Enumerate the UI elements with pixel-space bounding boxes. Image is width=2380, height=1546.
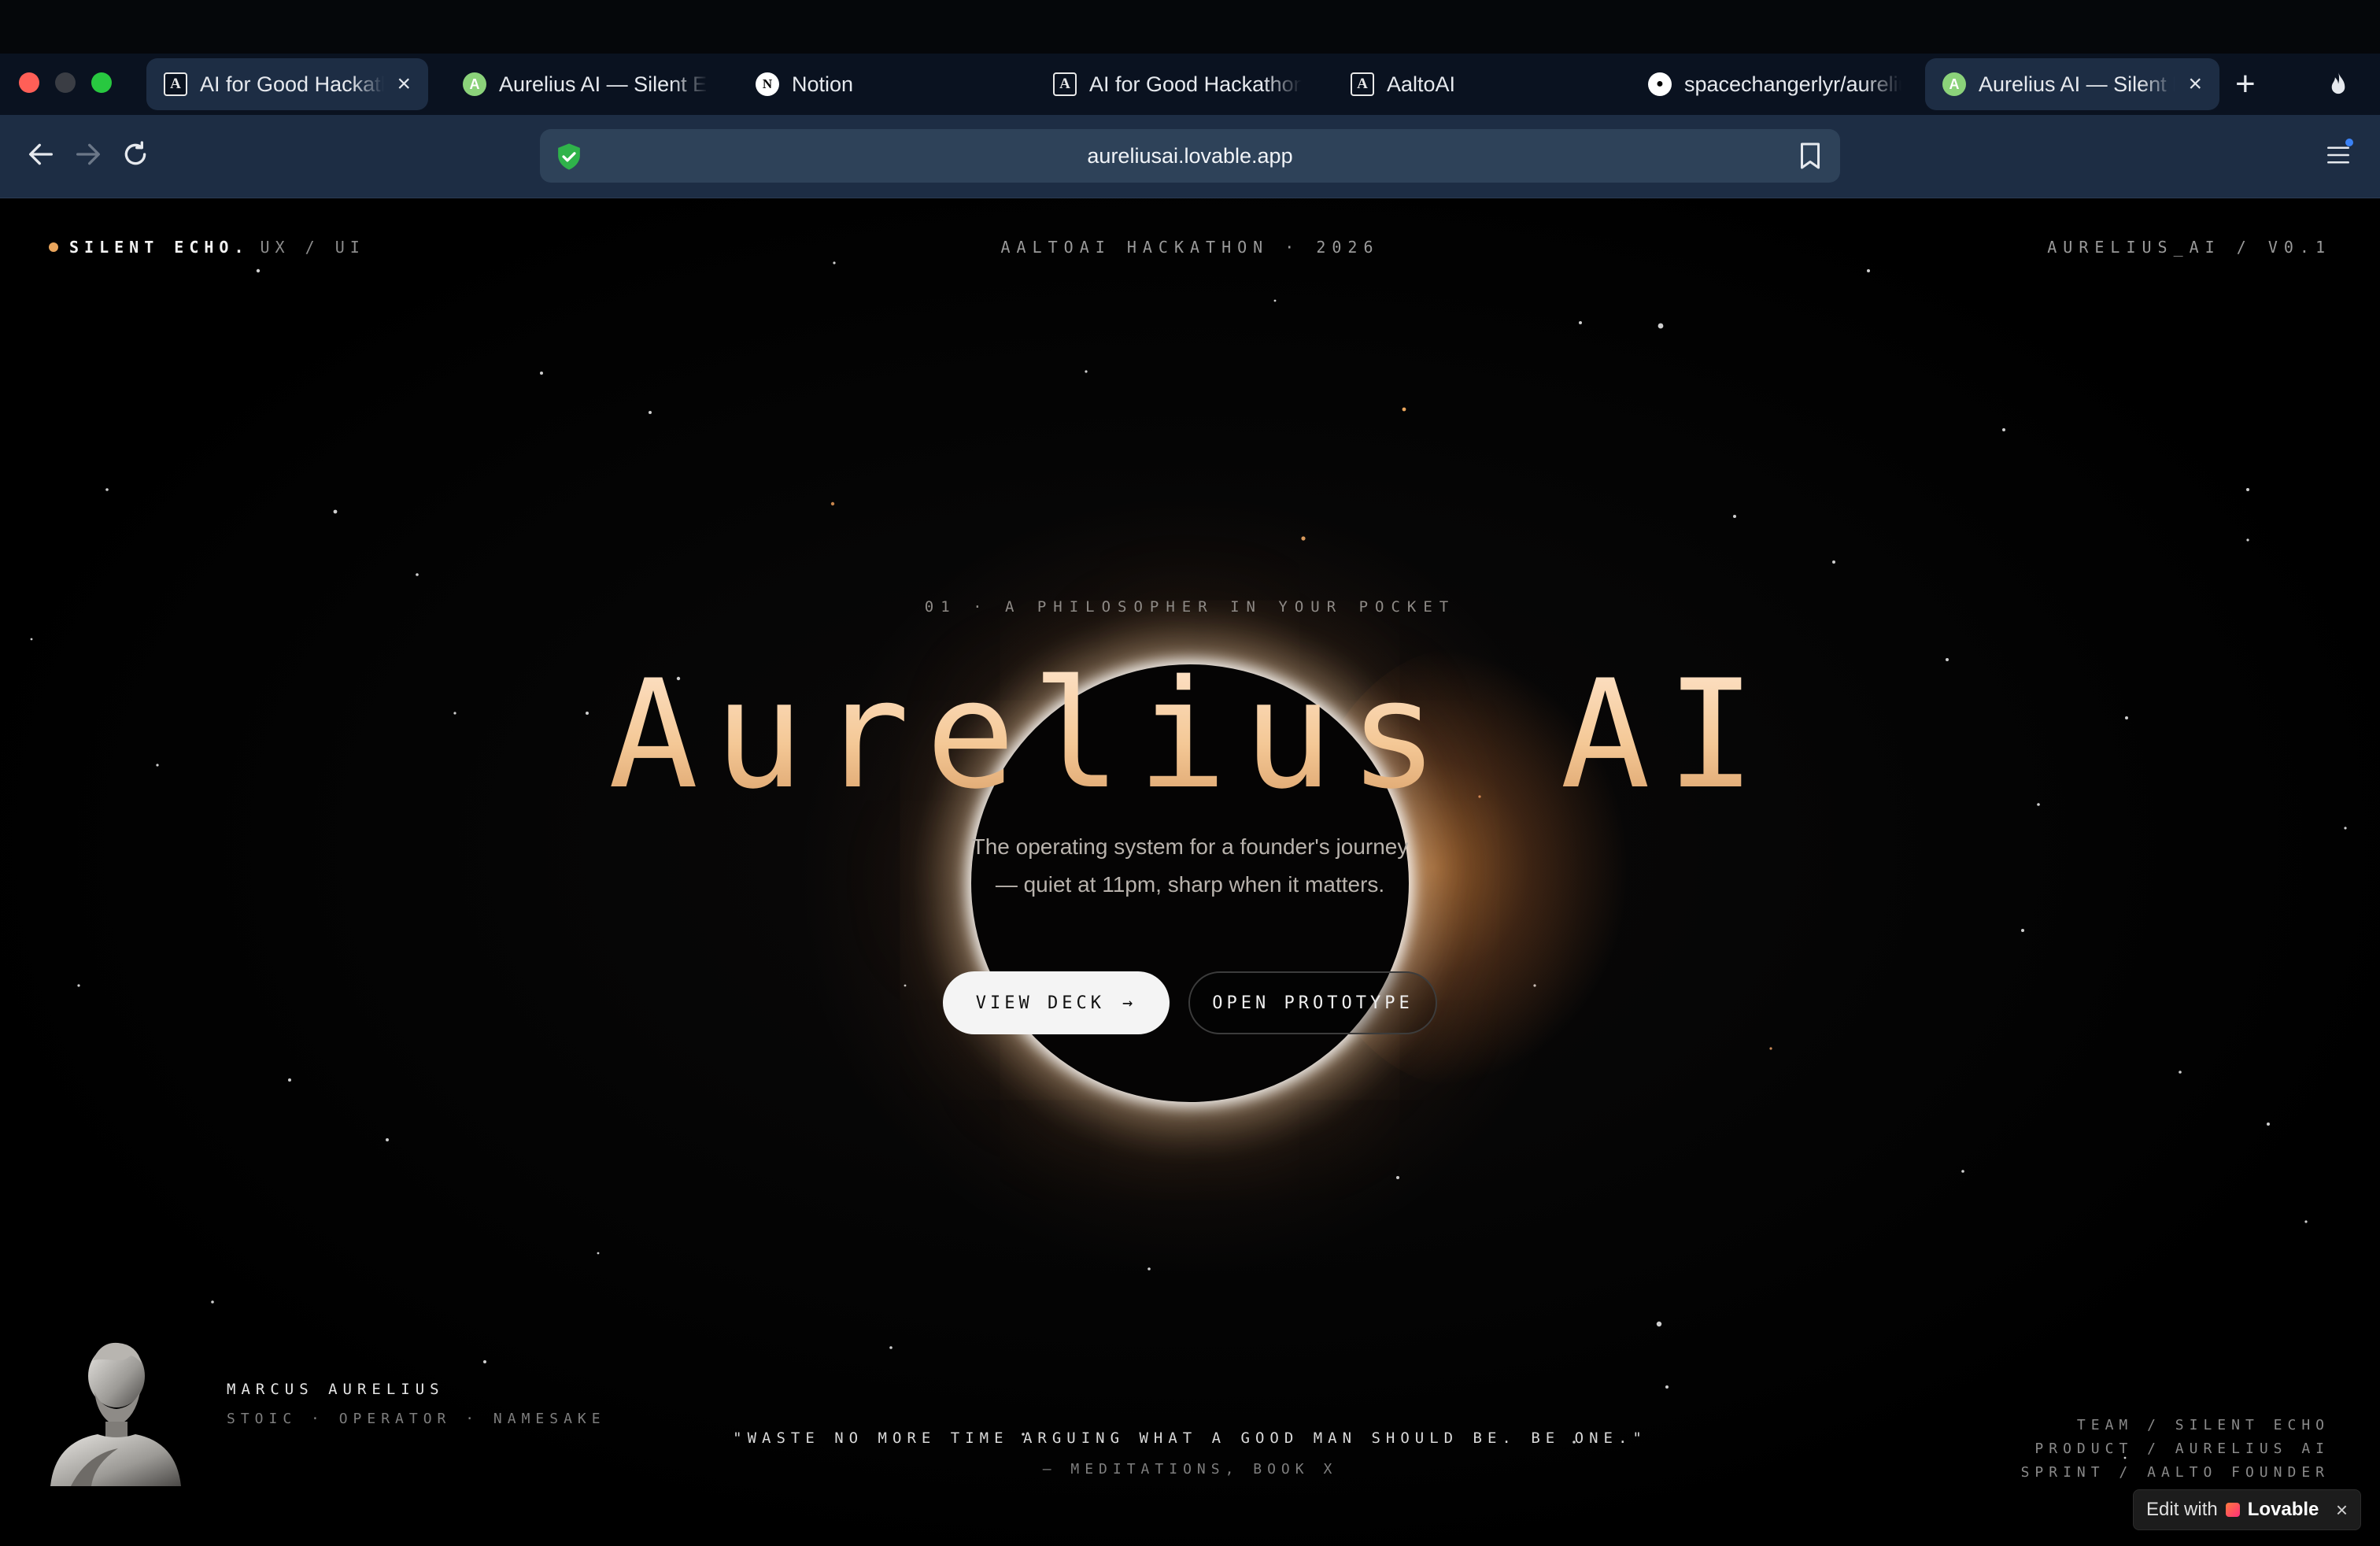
notification-dot	[2345, 139, 2353, 146]
edit-with-lovable-badge[interactable]: Edit with Lovable ×	[2133, 1489, 2361, 1530]
hero-kicker: 01 · A PHILOSOPHER IN YOUR POCKET	[924, 598, 1456, 616]
brand-sub: UX / UI	[260, 238, 365, 257]
person-role: STOIC · OPERATOR · NAMESAKE	[227, 1411, 606, 1427]
tab-title: spacechangerlyr/aurelius	[1684, 72, 1901, 96]
marcus-aurelius-bust-image	[50, 1342, 181, 1486]
close-tab-icon[interactable]: ×	[397, 71, 411, 98]
tab-ai-for-good-2[interactable]: A AI for Good Hackathon	[1036, 58, 1319, 110]
tab-aaltoai[interactable]: A AaltoAI	[1333, 58, 1569, 110]
event-label: AALTOAI HACKATHON · 2026	[1000, 238, 1380, 257]
credits-block: TEAM / SILENT ECHO PRODUCT / AURELIUS AI…	[2021, 1414, 2330, 1485]
tab-title: Aurelius AI — Silent Echo	[1979, 72, 2175, 96]
reload-icon[interactable]	[120, 139, 151, 170]
url-text[interactable]: aureliusai.lovable.app	[540, 129, 1840, 183]
tab-title: Aurelius AI — Silent Echo	[499, 72, 708, 96]
tab-ai-for-good-1[interactable]: A AI for Good Hackathon ×	[146, 58, 428, 110]
credit-sprint: SPRINT / AALTO FOUNDER	[2020, 1464, 2330, 1481]
view-deck-button[interactable]: VIEW DECK →	[943, 971, 1170, 1034]
tab-notion[interactable]: N Notion	[738, 58, 974, 110]
tab-aurelius-2[interactable]: A Aurelius AI — Silent Echo ×	[1925, 58, 2219, 110]
brand-dot	[49, 242, 58, 252]
back-arrow-icon[interactable]	[25, 139, 57, 170]
view-deck-label: VIEW DECK	[975, 993, 1105, 1013]
landing-page: SILENT ECHO. UX / UI AALTOAI HACKATHON ·…	[0, 198, 2380, 1546]
anthropic-icon: A	[164, 72, 187, 96]
new-tab-button[interactable]: +	[2235, 65, 2256, 104]
lovable-heart-icon	[2225, 1503, 2240, 1517]
close-badge-icon[interactable]: ×	[2336, 1498, 2348, 1522]
anthropic-icon: A	[1053, 72, 1077, 96]
maximize-window-button[interactable]	[91, 72, 112, 93]
open-prototype-label: OPEN PROTOTYPE	[1212, 993, 1414, 1013]
lovable-icon: A	[463, 72, 486, 96]
menu-icon[interactable]	[2326, 145, 2350, 165]
arrow-right-icon: →	[1122, 993, 1137, 1013]
tab-title: AI for Good Hackathon	[1089, 72, 1302, 96]
hero-tagline: The operating system for a founder's jou…	[796, 828, 1584, 904]
tab-aurelius-1[interactable]: A Aurelius AI — Silent Echo	[445, 58, 726, 110]
close-tab-icon[interactable]: ×	[2188, 71, 2202, 98]
anthropic-icon: A	[1351, 72, 1374, 96]
window-top-strip	[0, 0, 2380, 54]
forward-arrow-icon[interactable]	[72, 139, 104, 170]
flame-icon[interactable]	[2325, 71, 2352, 99]
badge-prefix: Edit with	[2146, 1499, 2218, 1520]
version-label: AURELIUS_AI / V0.1	[2047, 238, 2331, 257]
lovable-icon: A	[1942, 72, 1966, 96]
open-prototype-button[interactable]: OPEN PROTOTYPE	[1188, 971, 1437, 1034]
person-name: MARCUS AURELIUS	[227, 1381, 445, 1398]
github-icon: ●	[1648, 72, 1672, 96]
close-window-button[interactable]	[19, 72, 39, 93]
notion-icon: N	[756, 72, 779, 96]
quote-text: "WASTE NO MORE TIME ARGUING WHAT A GOOD …	[733, 1429, 1647, 1447]
tagline-line-2: — quiet at 11pm, sharp when it matters.	[995, 872, 1385, 897]
badge-brand: Lovable	[2247, 1499, 2319, 1520]
minimize-window-button[interactable]	[55, 72, 76, 93]
credit-team: TEAM / SILENT ECHO	[2076, 1417, 2330, 1433]
bookmark-icon[interactable]	[1799, 142, 1821, 170]
tab-title: AaltoAI	[1387, 72, 1456, 96]
tagline-line-1: The operating system for a founder's jou…	[971, 834, 1409, 859]
tab-github[interactable]: ● spacechangerlyr/aurelius	[1631, 58, 1919, 110]
hero-title: Aurelius AI	[560, 649, 1820, 822]
tab-title: Notion	[792, 72, 854, 96]
brand-name: SILENT ECHO.	[69, 238, 249, 257]
brand-label[interactable]: SILENT ECHO. UX / UI	[49, 238, 365, 257]
quote-source: — MEDITATIONS, BOOK X	[1042, 1461, 1338, 1478]
credit-product: PRODUCT / AURELIUS AI	[2034, 1441, 2330, 1457]
tab-title: AI for Good Hackathon	[200, 72, 384, 96]
